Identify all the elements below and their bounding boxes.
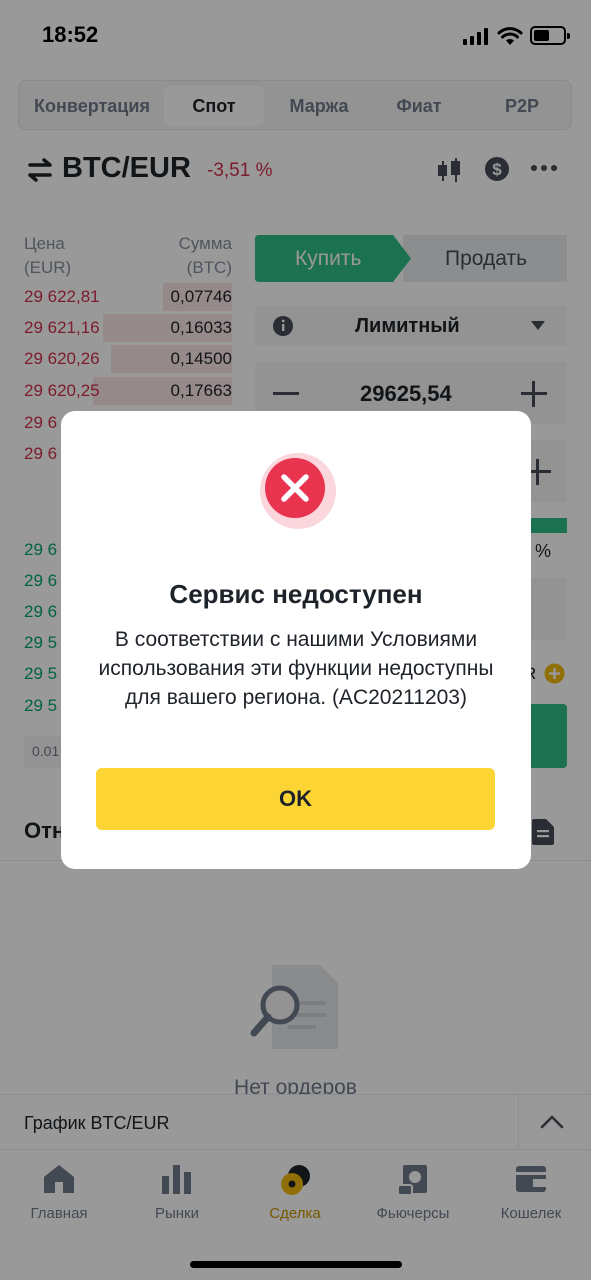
dialog-message: В соответствии с нашими Условиями исполь… [98, 628, 494, 709]
dialog-title: Сервис недоступен [169, 579, 423, 609]
service-unavailable-dialog: Сервис недоступен В соответствии с нашим… [61, 411, 531, 869]
ok-button[interactable]: OK [96, 768, 495, 830]
error-icon [260, 453, 336, 529]
